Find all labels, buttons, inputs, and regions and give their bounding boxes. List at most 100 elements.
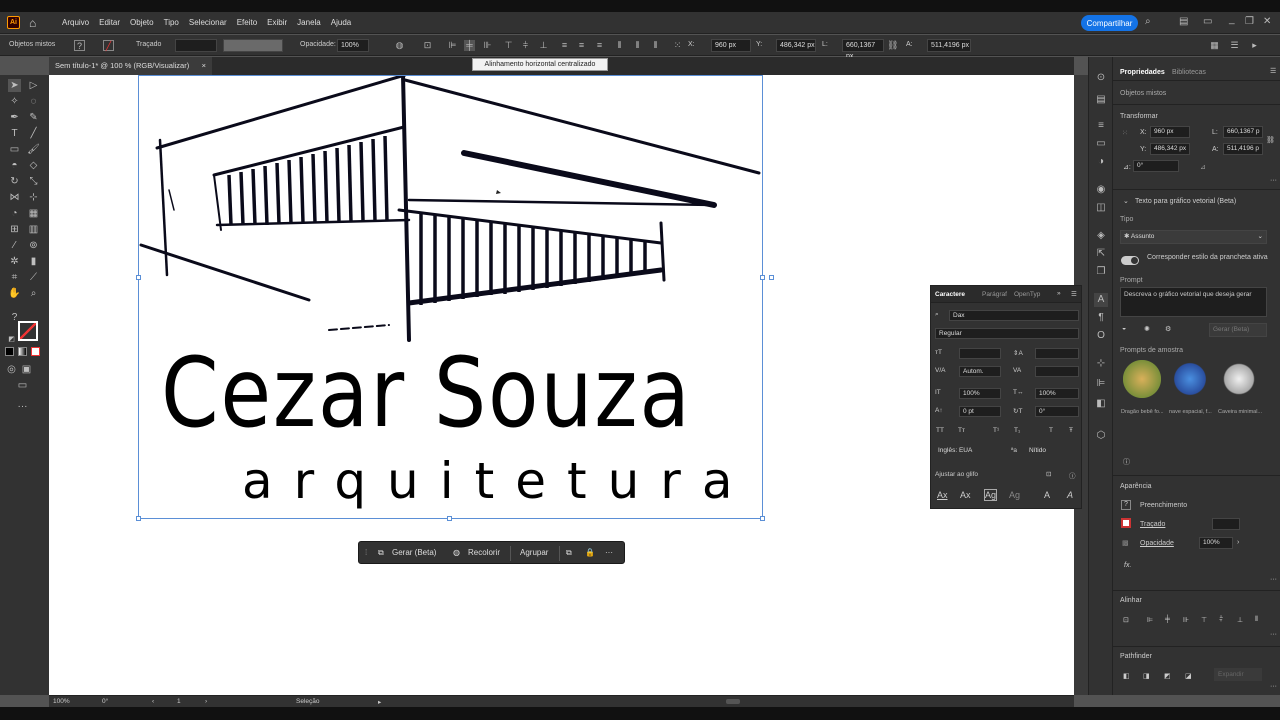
opentype-panel-icon[interactable]: O [1094,329,1108,343]
shaper-tool-icon[interactable]: ◓ [8,159,21,172]
hand-tool-icon[interactable]: ✋ [8,287,21,300]
intersect-icon[interactable]: ◩ [1164,672,1171,680]
shape-builder-tool-icon[interactable]: ◔ [8,207,21,220]
resize-handle[interactable] [136,275,141,280]
stroke-weight-field[interactable] [1212,518,1240,530]
width-field[interactable]: 660,1367 px [842,39,884,60]
y-field[interactable]: 486,342 px [776,39,816,52]
all-caps-icon[interactable]: TT [936,427,944,434]
stroke-label[interactable]: Traçado [1140,521,1165,528]
fx-button[interactable]: fx. [1124,562,1131,569]
search-icon[interactable]: ⌕ [935,311,939,319]
duplicate-icon[interactable]: ⧉ [566,548,572,558]
font-style-dropdown[interactable]: Regular [935,328,1079,339]
screen-mode-alt-icon[interactable]: ▭ [16,379,29,392]
resize-handle[interactable] [136,516,141,521]
tab-properties[interactable]: Propriedades [1120,69,1165,76]
snap-angular-icon[interactable]: A [1044,490,1050,500]
default-colors-icon[interactable]: ◩ [5,333,18,346]
exclude-icon[interactable]: ◪ [1185,672,1192,680]
graph-tool-icon[interactable]: ▮ [27,255,40,268]
superscript-icon[interactable]: T¹ [993,427,999,434]
character-panel-icon[interactable]: A [1094,293,1108,307]
edit-toolbar-icon[interactable]: ··· [16,400,29,413]
match-style-toggle[interactable] [1121,256,1139,265]
rectangle-tool-icon[interactable]: ▭ [8,143,21,156]
sample-skull-thumbnail[interactable] [1221,360,1257,398]
constrain-proportions-icon[interactable]: ⛓ [887,40,898,51]
snap-anchor-icon[interactable]: A [1067,490,1073,500]
paintbrush-tool-icon[interactable]: 🖌 [27,143,40,156]
symbol-sprayer-tool-icon[interactable]: ✲ [8,255,21,268]
close-window-icon[interactable]: ✕ [1263,16,1271,27]
distribute-center-icon[interactable]: ≡ [576,40,587,51]
leading-field[interactable] [1035,348,1079,359]
generate-beta-button[interactable]: Gerar (Beta) [1209,323,1267,337]
align-top-icon[interactable]: ⊤ [1201,616,1207,624]
menu-item-arquivo[interactable]: Arquivo [57,18,94,27]
language-dropdown[interactable]: Inglês: EUA [935,446,991,457]
rotate-tool-icon[interactable]: ↻ [8,175,21,188]
recolor-button[interactable]: Recolorir [468,548,500,557]
snap-xheight-icon[interactable]: Ax [960,490,971,500]
align-right-icon[interactable]: ⊪ [1183,616,1189,624]
pen-tool-icon[interactable]: ✒ [8,111,21,124]
properties-panel-icon[interactable]: ⊙ [1094,71,1108,85]
paragraph-panel-icon[interactable]: ¶ [1094,311,1108,325]
scale-tool-icon[interactable]: ⤡ [27,175,40,188]
zoom-dropdown[interactable]: 100% [53,698,70,705]
align-hcenter-icon[interactable]: ╪ [1165,616,1170,623]
fill-swatch[interactable]: ? [74,40,85,51]
panel-menu-icon[interactable]: ☰ [1270,67,1276,75]
curvature-tool-icon[interactable]: ✎ [27,111,40,124]
align-top-icon[interactable]: ⊤ [503,40,514,51]
kerning-field[interactable]: Autom. [959,366,1001,377]
eraser-tool-icon[interactable]: ◇ [27,159,40,172]
minimize-window-icon[interactable]: ▭ [1203,16,1212,27]
small-caps-icon[interactable]: Tт [958,427,965,434]
distribute-right-icon[interactable]: ⫴ [650,40,661,51]
snap-baseline-icon[interactable]: Ax [937,490,948,500]
direct-selection-tool-icon[interactable]: ▷ [27,79,40,92]
pathfinder-panel-icon[interactable]: ◧ [1094,397,1108,411]
restore-icon[interactable]: ❐ [1245,16,1254,27]
menu-item-janela[interactable]: Janela [292,18,326,27]
unite-icon[interactable]: ◧ [1123,672,1130,680]
mesh-tool-icon[interactable]: ⊞ [8,223,21,236]
stroke-color-icon[interactable] [18,321,38,341]
font-size-field[interactable] [959,348,1001,359]
next-artboard-icon[interactable]: › [205,698,207,705]
antialias-dropdown[interactable]: Nítido [1026,446,1079,457]
type-tool-icon[interactable]: T [8,127,21,140]
workspace-icon[interactable]: ▤ [1179,16,1188,27]
angle-field[interactable]: 0° [1133,160,1179,172]
lock-icon[interactable]: 🔒 [585,548,595,557]
rotation-dropdown[interactable]: 0° [102,698,108,705]
artboards-panel-icon[interactable]: ❐ [1094,265,1108,279]
x-field[interactable]: 960 px [711,39,751,52]
tab-opentype[interactable]: OpenTyp [1014,291,1040,298]
more-options-icon[interactable]: ··· [1270,631,1277,638]
gradient-mode-icon[interactable] [18,347,27,356]
transparency-panel-icon[interactable]: ◑ [1094,155,1108,169]
document-tab[interactable]: Sem título-1* @ 100 % (RGB/Visualizar) × [49,57,212,75]
strikethrough-icon[interactable]: Ŧ [1069,427,1073,434]
minus-front-icon[interactable]: ◨ [1143,672,1150,680]
none-mode-icon[interactable] [31,347,40,356]
export-icon[interactable]: ⇱ [1094,247,1108,261]
resize-handle[interactable] [760,275,765,280]
status-menu-icon[interactable]: ▸ [378,698,381,706]
stroke-swatch[interactable] [1121,518,1131,528]
menu-item-tipo[interactable]: Tipo [159,18,184,27]
tab-paragraph[interactable]: Parágraf [982,291,1007,298]
distribute-left-icon[interactable]: ⫴ [614,40,625,51]
effects-icon[interactable]: ✺ [1144,325,1150,333]
width-tool-icon[interactable]: ⋈ [8,191,21,204]
stroke-label[interactable]: Traçado [136,41,161,48]
opacity-label[interactable]: Opacidade: [300,41,336,48]
opacity-field[interactable]: 100% [337,39,369,52]
sample-spaceship-thumbnail[interactable] [1173,360,1207,398]
more-options-icon[interactable]: ▸ [1249,40,1260,51]
arrange-documents-icon[interactable]: ▦ [1209,40,1220,51]
transform-panel-icon[interactable]: ⊹ [1094,357,1108,371]
